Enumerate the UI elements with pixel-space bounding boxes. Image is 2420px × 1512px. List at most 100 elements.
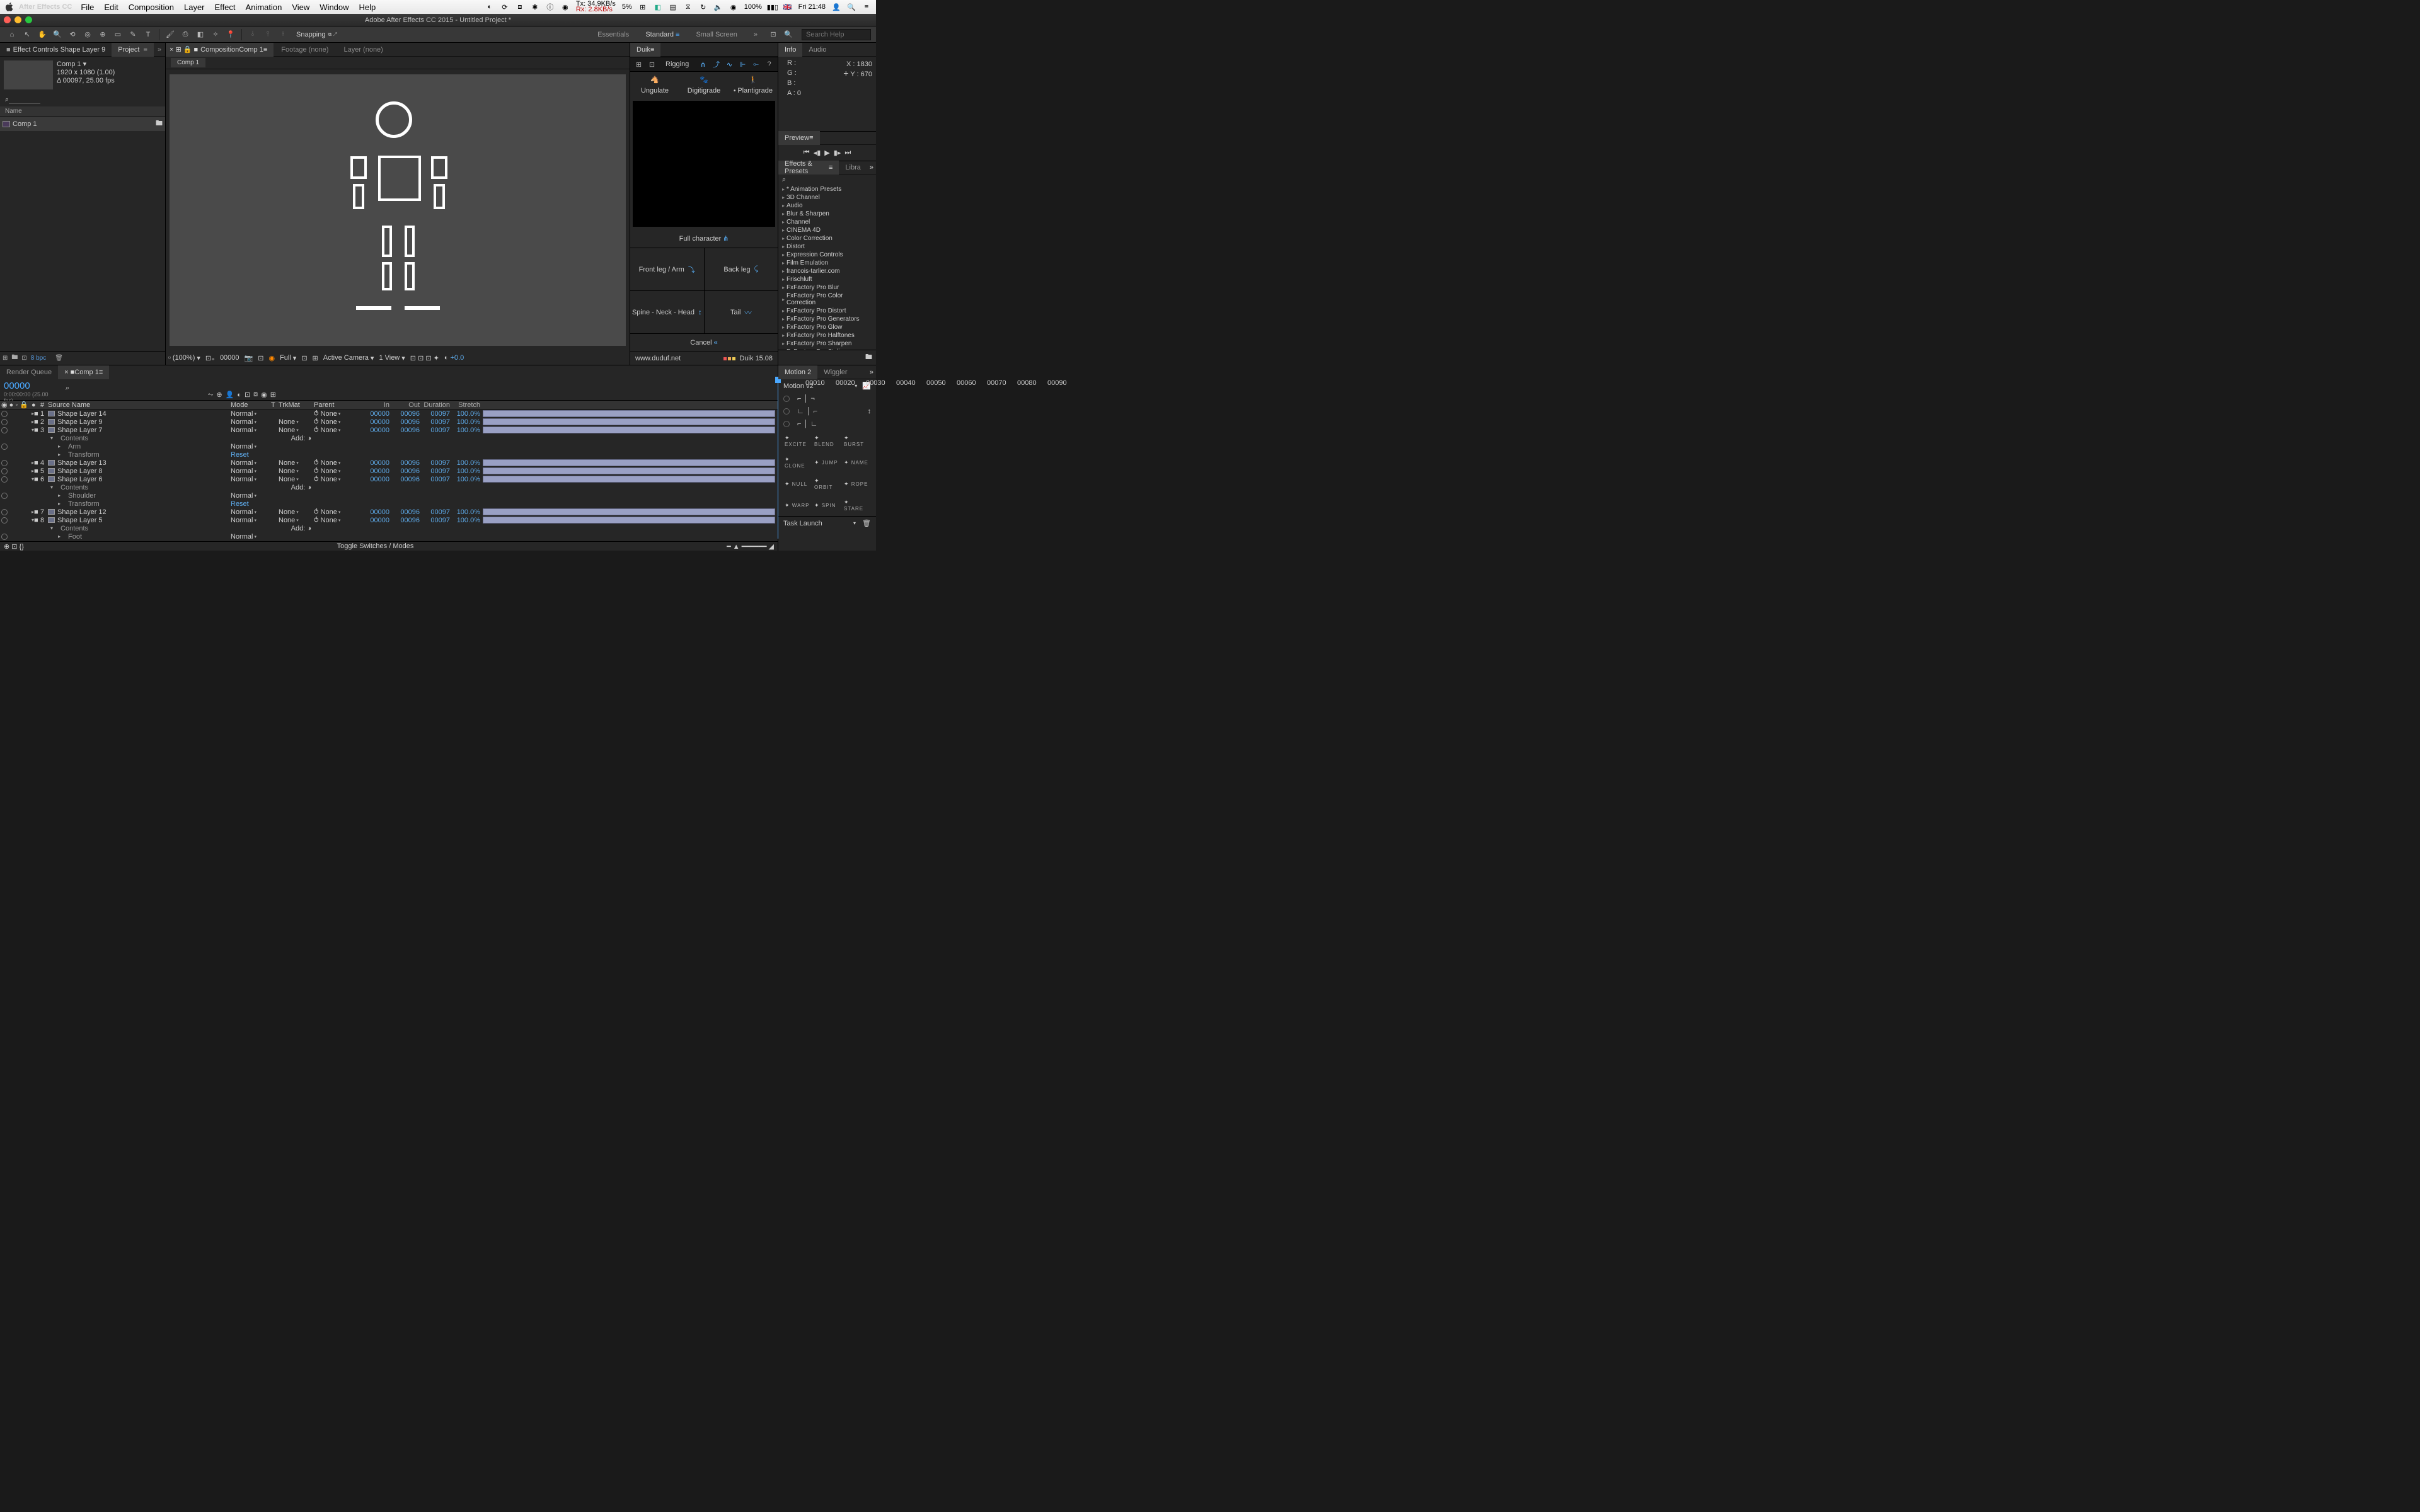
tl-tool[interactable]: ⊕ [216, 391, 222, 399]
wifi-icon[interactable]: ◉ [729, 3, 738, 11]
layer-row[interactable]: ▸ ArmNormal▾ [0, 442, 778, 450]
motion-orbit-button[interactable]: ✦ ORBIT [813, 476, 841, 492]
graph-editor-button[interactable]: ⊞ [270, 391, 276, 399]
motion-warp-button[interactable]: ✦ WARP [783, 500, 812, 511]
fx-category[interactable]: FxFactory Pro Color Correction [778, 292, 876, 307]
fx-category[interactable]: FxFactory Pro Sharpen [778, 340, 876, 348]
status-icon[interactable]: ◉ [561, 3, 570, 11]
status-icon[interactable]: ⟳ [500, 3, 509, 11]
motion-excite-button[interactable]: ✦ EXCITE [783, 433, 812, 449]
motion-curve-btn[interactable]: │ [804, 420, 808, 428]
fx-category[interactable]: Frischluft [778, 275, 876, 284]
roto-tool[interactable]: ✧ [209, 28, 222, 41]
motion-curve-btn[interactable]: ∟ [810, 420, 817, 428]
workspace-standard[interactable]: Standard ≡ [638, 29, 687, 40]
layer-row[interactable]: ▾ ContentsAdd: ◑ [0, 434, 778, 442]
project-item-comp1[interactable]: Comp 1 🖿 [0, 117, 165, 131]
dropbox-icon[interactable]: ⧈ [516, 3, 524, 11]
pixel-aspect[interactable]: ⊡ ⊡ ⊡ ✦ [410, 354, 439, 362]
tail-button[interactable]: Tail 〰 [705, 291, 778, 333]
new-bin-button[interactable]: 🖿 [865, 353, 872, 361]
tab-duik[interactable]: Duik ≡ [630, 43, 660, 57]
motion-spin-button[interactable]: ✦ SPIN [813, 500, 841, 511]
front-leg-button[interactable]: Front leg / Arm ⤵ [630, 248, 705, 290]
duik-bone-icon[interactable]: ⋔ [698, 60, 708, 69]
fx-category[interactable]: 3D Channel [778, 193, 876, 202]
project-search[interactable] [9, 96, 40, 104]
snapping-toggle[interactable]: Snapping ⧉ ↗ [296, 31, 337, 38]
view-dropdown[interactable]: 1 View ▾ [379, 354, 405, 362]
zoom-tool[interactable]: 🔍 [50, 28, 64, 41]
toggle-switches-button[interactable]: ⊕ ⊡ {} [4, 542, 24, 551]
pan-behind-tool[interactable]: ⊕ [96, 28, 110, 41]
motion-curve-btn[interactable]: │ [804, 395, 808, 403]
toggle-modes-button[interactable]: Toggle Switches / Modes [337, 542, 414, 550]
panel-menu[interactable]: » [154, 46, 165, 54]
layer-row[interactable]: ▸ TransformReset [0, 450, 778, 459]
duik-constraint-icon[interactable]: ∿ [725, 60, 734, 69]
tab-preview[interactable]: Preview ≡ [778, 131, 820, 145]
bpc-toggle[interactable]: 8 bpc [31, 355, 46, 362]
duik-url[interactable]: www.duduf.net [635, 355, 681, 362]
trash-button[interactable]: 🗑 [55, 355, 63, 362]
view-axis[interactable]: ⫮ [276, 28, 290, 41]
duik-link-icon[interactable]: ⟜ [751, 60, 761, 69]
motion-blend-button[interactable]: ✦ BLEND [813, 433, 841, 449]
puppet-tool[interactable]: 📍 [224, 28, 238, 41]
status-icon[interactable]: ✱ [531, 3, 539, 11]
type-tool[interactable]: T [141, 28, 155, 41]
full-character-button[interactable]: Full character ⋔ [630, 229, 778, 248]
tab-effect-controls[interactable]: ■ Effect Controls Shape Layer 9 [0, 43, 112, 57]
layer-row[interactable]: ▾ ■8Shape Layer 5Normal▾None▾⥀ None▾0000… [0, 516, 778, 524]
pen-tool[interactable]: ✎ [126, 28, 140, 41]
fx-category[interactable]: Color Correction [778, 234, 876, 243]
menu-layer[interactable]: Layer [184, 3, 205, 12]
menu-effect[interactable]: Effect [215, 3, 236, 12]
tab-timeline-comp1[interactable]: × ■ Comp 1 ≡ [58, 365, 109, 379]
motion-burst-button[interactable]: ✦ BURST [843, 433, 871, 449]
tl-tool[interactable]: ◐ [237, 391, 241, 399]
close-button[interactable] [4, 16, 11, 23]
timemachine-icon[interactable]: ↻ [699, 3, 708, 11]
snapshot-button[interactable]: 📷 [245, 354, 253, 362]
res-auto[interactable]: ⊡₊ [205, 354, 215, 362]
interpret-icon[interactable]: ⊞ [3, 355, 8, 362]
duik-calc-icon[interactable]: ⊡ [647, 60, 657, 69]
motion-name-button[interactable]: ✦ NAME [843, 457, 871, 468]
fx-category[interactable]: FxFactory Pro Generators [778, 315, 876, 323]
home-button[interactable]: ⌂ [5, 28, 19, 41]
motion-null-button[interactable]: ✦ NULL [783, 479, 812, 490]
timeline-search[interactable]: ⌕ [66, 384, 69, 392]
selection-tool[interactable]: ↖ [20, 28, 34, 41]
fx-category[interactable]: Blur & Sharpen [778, 210, 876, 218]
motion-curve-btn[interactable]: ∟ [797, 408, 804, 415]
bluetooth-icon[interactable]: ⧖ [684, 3, 693, 11]
new-comp-button[interactable]: ⊡ [21, 355, 26, 362]
volume-icon[interactable]: 🔈 [714, 3, 723, 11]
motion-stare-button[interactable]: ✦ STARE [843, 497, 871, 513]
duik-grid-icon[interactable]: ⊞ [634, 60, 643, 69]
tab-composition[interactable]: × ⊞ 🔒 ■ Composition Comp 1 ≡ [166, 43, 274, 57]
composition-viewer[interactable] [170, 74, 626, 346]
res-dropdown[interactable]: Full ▾ [280, 354, 296, 362]
motion-curve-btn[interactable]: ⌐ [797, 420, 801, 428]
brush-tool[interactable]: 🖌 [163, 28, 177, 41]
rig-plantigrade[interactable]: 🚶• Plantigrade [729, 76, 778, 94]
motion-blur-toggle[interactable]: ◉ [261, 391, 267, 399]
status-icon[interactable]: ◐ [485, 3, 494, 11]
motion-curve-btn[interactable]: ⌐ [797, 395, 801, 403]
col-header-name[interactable]: Name [0, 106, 165, 117]
duik-auto-icon[interactable]: ⊩ [738, 60, 747, 69]
tab-libra[interactable]: Libra [839, 161, 867, 175]
tab-wiggler[interactable]: Wiggler [817, 365, 853, 379]
mag-dropdown[interactable]: ▫ (100%) ▾ [168, 354, 200, 362]
workspace-reset[interactable]: ⊡ [766, 28, 780, 41]
camera-dropdown[interactable]: Active Camera ▾ [323, 354, 374, 362]
fx-category[interactable]: Film Emulation [778, 259, 876, 267]
menu-view[interactable]: View [292, 3, 309, 12]
motion-curve-btn[interactable]: │ [807, 408, 811, 415]
panel-menu[interactable]: » [867, 164, 876, 171]
maximize-button[interactable] [25, 16, 32, 23]
eraser-tool[interactable]: ◧ [193, 28, 207, 41]
fx-category[interactable]: Channel [778, 218, 876, 226]
